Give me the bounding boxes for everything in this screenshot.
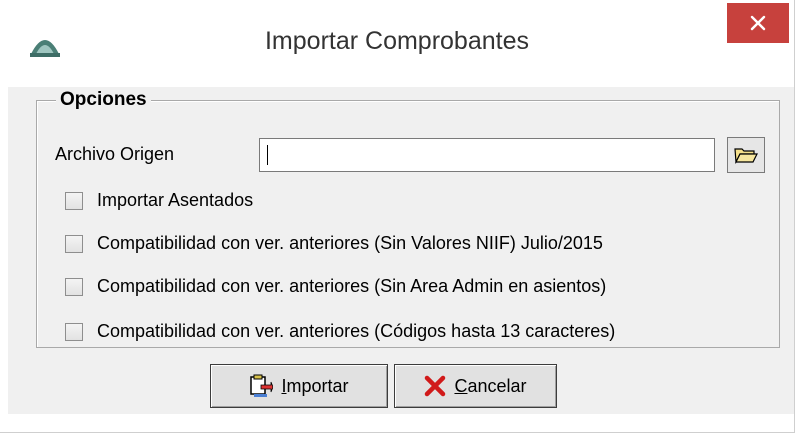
import-button-label: Importar bbox=[281, 376, 348, 397]
dialog-body: Archivo Origen Importar Asentados Compat… bbox=[8, 87, 794, 414]
source-file-label: Archivo Origen bbox=[55, 144, 175, 164]
cancel-button[interactable]: Cancelar bbox=[394, 364, 557, 408]
import-button[interactable]: Importar bbox=[210, 364, 388, 408]
checkbox-compat-area-admin[interactable] bbox=[65, 278, 83, 296]
window-title: Importar Comprobantes bbox=[264, 27, 529, 55]
import-icon bbox=[250, 374, 274, 397]
close-button[interactable] bbox=[727, 3, 789, 43]
import-dialog: Importar Comprobantes Archivo Origen Imp… bbox=[0, 0, 795, 433]
checkbox-importar-asentados[interactable] bbox=[65, 192, 83, 210]
checkbox-label-compat-area-admin: Compatibilidad con ver. anteriores (Sin … bbox=[97, 276, 607, 296]
options-group: Archivo Origen Importar Asentados Compat… bbox=[36, 100, 780, 348]
checkbox-label-compat-niif: Compatibilidad con ver. anteriores (Sin … bbox=[97, 233, 603, 253]
text-caret bbox=[267, 145, 268, 165]
title-bar: Importar Comprobantes bbox=[0, 0, 794, 87]
close-icon bbox=[750, 15, 766, 31]
cancel-mnemonic: C bbox=[454, 375, 468, 396]
cancel-button-label: Cancelar bbox=[454, 376, 526, 397]
import-label-rest: mportar bbox=[286, 375, 349, 396]
checkbox-label-compat-codigos: Compatibilidad con ver. anteriores (Códi… bbox=[97, 321, 616, 341]
checkbox-compat-niif[interactable] bbox=[65, 235, 83, 253]
browse-button[interactable] bbox=[727, 137, 765, 173]
source-file-input[interactable] bbox=[259, 138, 715, 172]
checkbox-compat-codigos[interactable] bbox=[65, 323, 83, 341]
red-x-icon bbox=[425, 375, 446, 397]
checkbox-label-importar-asentados: Importar Asentados bbox=[97, 190, 254, 210]
options-group-label: Opciones bbox=[56, 89, 151, 111]
cancel-label-rest: ancelar bbox=[467, 375, 527, 396]
folder-open-icon bbox=[734, 148, 758, 164]
